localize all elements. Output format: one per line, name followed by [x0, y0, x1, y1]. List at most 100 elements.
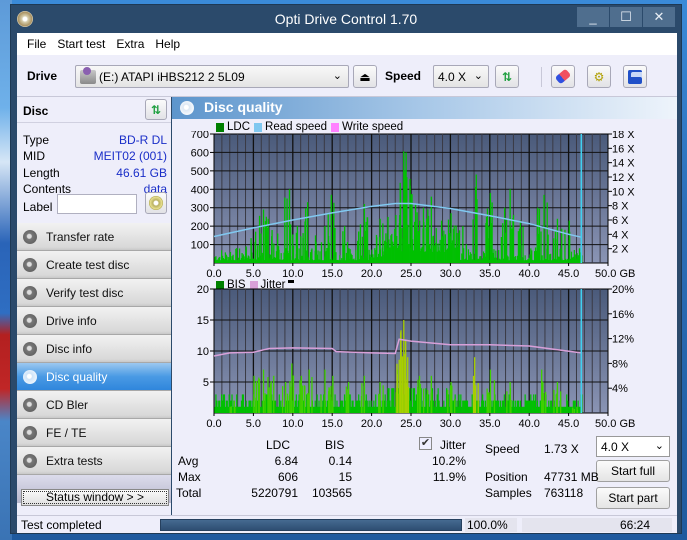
sidebar-item-drive-info[interactable]: Drive info — [17, 307, 171, 335]
disc-refresh-button[interactable]: ⇅ — [145, 99, 167, 120]
y-tick-label: 10 — [197, 346, 209, 358]
bar — [243, 256, 245, 263]
sidebar-item-label: CD Bler — [46, 397, 89, 412]
ldc-chart: 100 200 300 400 500 600 700 2 X 4 X 6 X 8 X 10 X 12 … — [191, 131, 636, 280]
bar — [286, 206, 288, 263]
save-button[interactable] — [623, 65, 647, 88]
speed-value: 4.0 X — [438, 70, 467, 84]
disc-mid-row: MID MEIT02 (001) — [23, 149, 167, 163]
settings-button[interactable]: ⚙ — [587, 65, 611, 88]
bar — [439, 239, 441, 263]
sidebar-item-extra-tests[interactable]: Extra tests — [17, 447, 171, 475]
sidebar-item-disc-info[interactable]: Disc info — [17, 335, 171, 363]
bar — [444, 234, 447, 263]
bar — [300, 375, 302, 413]
start-full-button[interactable]: Start full — [596, 460, 670, 482]
settings-icon: ⚙ — [593, 69, 605, 84]
speed-select[interactable]: 4.0 X ⌄ — [433, 65, 489, 88]
bar — [423, 388, 425, 413]
bar — [573, 409, 576, 413]
bar — [292, 234, 294, 263]
minimize-button[interactable]: _ — [577, 7, 609, 27]
save-icon — [628, 69, 642, 84]
close-button[interactable]: ✕ — [643, 7, 675, 27]
bar — [326, 247, 328, 263]
bar — [414, 204, 417, 263]
eject-button[interactable]: ⏏ — [353, 65, 377, 88]
bar — [276, 245, 278, 263]
chevron-down-icon: ⌄ — [654, 440, 664, 452]
bar — [382, 394, 384, 413]
x-tick-label: 35.0 — [479, 268, 500, 280]
maximize-button[interactable]: ☐ — [610, 7, 642, 27]
refresh-speed-button[interactable]: ⇅ — [495, 65, 519, 88]
y-tick-label: 600 — [191, 147, 209, 159]
bar — [475, 209, 478, 263]
bar — [396, 363, 398, 413]
bar — [304, 221, 306, 263]
bar — [505, 219, 508, 263]
create-disc-icon — [23, 257, 37, 272]
x-tick-label: 15.0 — [321, 268, 342, 280]
sidebar-item-transfer-rate[interactable]: Transfer rate — [17, 223, 171, 251]
panel-header: Disc quality — [172, 97, 677, 119]
sidebar-item-disc-quality[interactable]: Disc quality — [17, 363, 171, 391]
bar — [387, 216, 389, 263]
bar — [474, 388, 476, 413]
disc-label-input[interactable] — [57, 194, 137, 214]
erase-icon — [554, 68, 572, 85]
start-part-button[interactable]: Start part — [596, 487, 670, 509]
drive-select[interactable]: (E:) ATAPI iHBS212 2 5L09 ⌄ — [75, 65, 349, 88]
menu-help[interactable]: Help — [155, 37, 180, 51]
menu-start-test[interactable]: Start test — [57, 37, 105, 51]
x-tick-label: 50.0 GB — [595, 268, 635, 280]
menu-file[interactable]: File — [27, 37, 46, 51]
menu-extra[interactable]: Extra — [116, 37, 144, 51]
length-label: Length — [23, 166, 60, 180]
sidebar-item-fe-te[interactable]: FE / TE — [17, 419, 171, 447]
bar — [311, 248, 313, 263]
x-tick-label: 40.0 — [518, 418, 539, 430]
bar — [245, 250, 247, 263]
bar — [284, 197, 286, 263]
bar — [281, 386, 284, 413]
status-window-button[interactable]: Status window > > — [21, 489, 169, 506]
disc-label-button[interactable] — [145, 192, 167, 214]
bar — [506, 391, 508, 413]
bar — [226, 255, 228, 263]
run-speed-value: 1.73 X — [544, 442, 579, 456]
sidebar-item-cd-bler[interactable]: CD Bler — [17, 391, 171, 419]
bar — [398, 359, 400, 413]
position-value: 47731 MB — [544, 470, 599, 484]
test-speed-select[interactable]: 4.0 X ⌄ — [596, 436, 670, 457]
x-tick-label: 40.0 — [518, 268, 539, 280]
mid-label: MID — [23, 149, 45, 163]
bar — [392, 241, 394, 263]
bar — [441, 229, 443, 263]
x-tick-label: 20.0 — [361, 268, 382, 280]
bar — [258, 377, 260, 413]
bar — [423, 222, 425, 263]
sidebar-item-create-test-disc[interactable]: Create test disc — [17, 251, 171, 279]
refresh-icon: ⇅ — [501, 69, 513, 84]
stats-col-jitter: Jitter — [440, 438, 467, 452]
bar — [502, 223, 504, 263]
y2-tick-label: 10 X — [612, 186, 635, 198]
bar — [406, 177, 408, 263]
bar — [578, 248, 581, 263]
y-tick-label: 400 — [191, 184, 209, 196]
y2-tick-label: 4 X — [612, 229, 629, 241]
length-value: 46.61 GB — [116, 166, 167, 180]
sidebar-item-verify-test-disc[interactable]: Verify test disc — [17, 279, 171, 307]
erase-button[interactable] — [551, 65, 575, 88]
bar — [538, 208, 541, 263]
sidebar-item-label: Disc info — [46, 341, 93, 356]
drive-label: Drive — [27, 69, 58, 83]
status-bar: Test completed 100.0% 66:24 — [17, 515, 677, 533]
x-tick-label: 5.0 — [246, 418, 261, 430]
bar — [290, 224, 292, 263]
label-label: Label — [23, 200, 53, 214]
jitter-checkbox[interactable]: ✔ — [419, 437, 432, 450]
bar — [328, 391, 330, 413]
bar — [407, 387, 410, 413]
